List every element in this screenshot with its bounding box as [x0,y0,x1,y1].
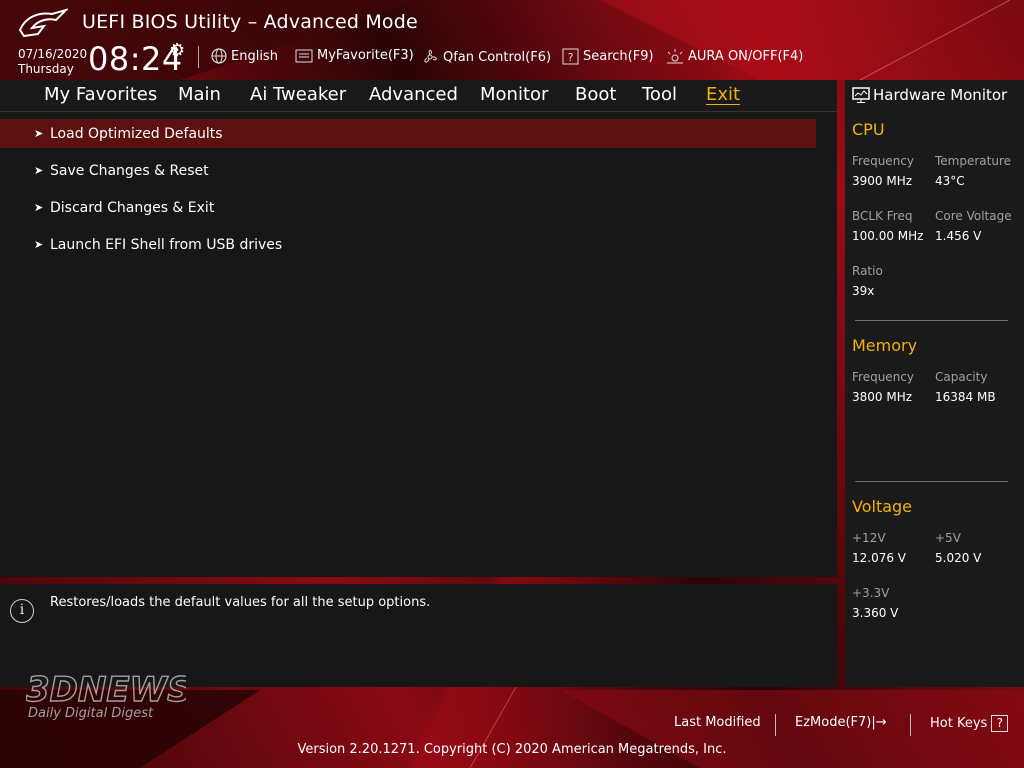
launch-efi-shell-item[interactable]: ➤ Launch EFI Shell from USB drives [0,230,816,259]
ratio-value: 39x [852,284,875,298]
myfavorite-button[interactable]: MyFavorite(F3) [295,48,414,63]
rog-logo-icon [18,8,68,38]
memory-frequency-label: Frequency [852,370,914,384]
cpu-temperature-value: 43°C [935,174,965,188]
hardware-monitor-label: Hardware Monitor [873,86,1008,104]
arrow-right-icon: ➤ [34,164,44,177]
date-text: 07/16/2020 [18,47,88,61]
bclk-label: BCLK Freq [852,209,913,223]
v5-value: 5.020 V [935,551,982,565]
discard-changes-exit-item[interactable]: ➤ Discard Changes & Exit [0,193,816,222]
voltage-heading: Voltage [852,497,913,516]
tab-boot[interactable]: Boot [575,84,616,105]
tab-tool[interactable]: Tool [642,84,677,105]
menu-bar: My Favorites Main Ai Tweaker Advanced Mo… [0,80,837,112]
svg-text:?: ? [568,51,574,64]
v5-label: +5V [935,531,961,545]
footer-divider [775,714,776,736]
section-divider [855,481,1008,482]
tab-ai-tweaker[interactable]: Ai Tweaker [250,84,346,105]
memory-frequency-value: 3800 MHz [852,390,913,404]
watermark-tagline: Daily Digital Digest [28,706,154,721]
memory-capacity-label: Capacity [935,370,988,384]
fan-icon [424,49,437,63]
option-label: Launch EFI Shell from USB drives [50,236,283,253]
footer-bar: 3DNEWS Daily Digital Digest Last Modifie… [0,669,1024,768]
header-bar: UEFI BIOS Utility – Advanced Mode 07/16/… [0,0,1024,80]
myfavorite-label: MyFavorite(F3) [317,48,414,63]
hot-keys-label: Hot Keys [930,716,988,731]
search-help-icon: ? [562,48,579,65]
option-label: Save Changes & Reset [50,162,209,179]
arrow-right-icon: ➤ [34,238,44,251]
core-voltage-value: 1.456 V [935,229,982,243]
search-label: Search(F9) [583,49,654,64]
arrow-right-icon: ➤ [34,201,44,214]
watermark-brand: 3DNEWS [26,670,186,710]
memory-capacity-value: 16384 MB [935,390,996,404]
help-key-icon: ? [991,715,1009,732]
tab-my-favorites[interactable]: My Favorites [44,84,157,105]
info-icon: i [10,599,34,623]
copyright-text: Version 2.20.1271. Copyright (C) 2020 Am… [297,742,727,757]
section-divider [855,320,1008,321]
v33-value: 3.360 V [852,606,899,620]
load-optimized-defaults-item[interactable]: ➤ Load Optimized Defaults [0,119,816,148]
cpu-temperature-label: Temperature [935,154,1012,168]
tab-advanced[interactable]: Advanced [369,84,458,105]
hardware-monitor-panel: Hardware Monitor CPU Frequency Temperatu… [845,80,1024,687]
favorites-icon [295,49,313,62]
option-label: Discard Changes & Exit [50,199,215,216]
tab-main[interactable]: Main [178,84,221,105]
cpu-frequency-label: Frequency [852,154,914,168]
search-button[interactable]: ? Search(F9) [562,48,654,65]
language-button[interactable]: English [211,48,278,64]
footer-divider [910,714,911,736]
aura-icon [667,49,683,64]
weekday-text: Thursday [18,62,74,76]
globe-icon [211,48,227,64]
memory-heading: Memory [852,336,918,355]
hot-keys-button[interactable]: Hot Keys? [930,715,1009,732]
option-label: Load Optimized Defaults [50,125,223,142]
bclk-value: 100.00 MHz [852,229,924,243]
hardware-monitor-title: Hardware Monitor [852,86,1007,104]
aura-label: AURA ON/OFF(F4) [688,48,804,64]
core-voltage-label: Core Voltage [935,209,1012,223]
language-label: English [231,48,278,64]
v12-label: +12V [852,531,886,545]
3dnews-watermark: 3DNEWS Daily Digital Digest [26,669,186,721]
aura-toggle-button[interactable]: AURA ON/OFF(F4) [666,48,803,64]
date-display: 07/16/2020 Thursday [18,47,87,77]
qfan-control-button[interactable]: Qfan Control(F6) [421,48,551,66]
qfan-label: Qfan Control(F6) [443,49,552,65]
tab-monitor[interactable]: Monitor [480,84,548,105]
exit-options-panel: ➤ Load Optimized Defaults ➤ Save Changes… [0,112,837,577]
gear-icon[interactable]: ⚙ [169,40,185,61]
header-divider [198,46,199,68]
help-text: Restores/loads the default values for al… [50,595,431,610]
cpu-frequency-value: 3900 MHz [852,174,913,188]
app-title: UEFI BIOS Utility – Advanced Mode [82,11,418,33]
monitor-icon [852,86,870,103]
cpu-heading: CPU [852,120,885,139]
tab-exit[interactable]: Exit [706,84,740,105]
v33-label: +3.3V [852,586,890,600]
ezmode-button[interactable]: EzMode(F7)|→ [795,715,887,730]
arrow-right-icon: ➤ [34,127,44,140]
v12-value: 12.076 V [852,551,907,565]
last-modified-button[interactable]: Last Modified [674,715,761,730]
ratio-label: Ratio [852,264,883,278]
save-changes-reset-item[interactable]: ➤ Save Changes & Reset [0,156,816,185]
